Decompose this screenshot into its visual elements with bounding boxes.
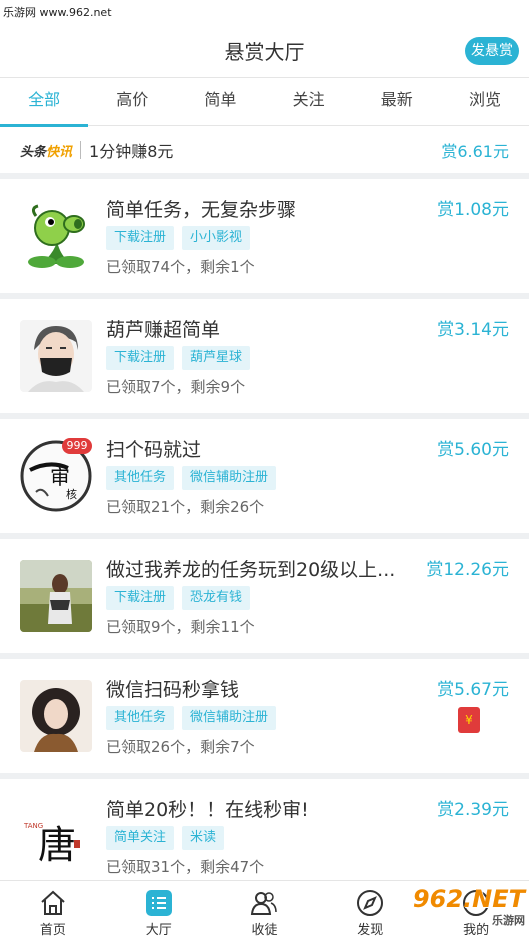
task-tag: 葫芦星球 <box>182 346 251 370</box>
users-icon <box>250 889 278 917</box>
home-icon <box>39 889 67 917</box>
svg-text:核: 核 <box>66 487 77 501</box>
task-title: 微信扫码秒拿钱 <box>106 679 240 701</box>
site-logo: 962.NET 乐游网 <box>412 885 525 927</box>
task-title: 做过我养龙的任务玩到20级以上... <box>106 559 396 581</box>
red-packet-icon[interactable]: ¥ <box>458 707 480 733</box>
nav-home[interactable]: 首页 <box>0 881 106 940</box>
task-title: 简单20秒！！在线秒审! <box>106 799 309 821</box>
tab-simple[interactable]: 简单 <box>176 78 264 125</box>
task-stat: 已领取31个，剩余47个 <box>106 858 265 876</box>
tab-bar: 全部 高价 简单 关注 最新 浏览 <box>0 78 529 127</box>
news-text: 1分钟赚8元 <box>89 142 174 161</box>
task-tag: 其他任务 <box>106 466 175 490</box>
task-stat: 已领取74个，剩余1个 <box>106 258 255 276</box>
avatar: 审 核 999 <box>20 438 92 512</box>
task-item[interactable]: 审 核 999 扫个码就过 赏5.60元 其他任务 微信辅助注册 已领取21个，… <box>0 419 529 539</box>
task-stat: 已领取9个，剩余11个 <box>106 618 255 636</box>
task-reward: 赏12.26元 <box>426 560 509 580</box>
nav-label: 首页 <box>39 923 66 938</box>
task-reward: 赏2.39元 <box>437 800 509 820</box>
task-title: 扫个码就过 <box>106 439 202 461</box>
nav-hall[interactable]: 大厅 <box>106 881 212 940</box>
task-tag: 恐龙有钱 <box>182 586 251 610</box>
task-tag: 下载注册 <box>106 226 175 250</box>
task-title: 葫芦赚超简单 <box>106 319 221 341</box>
tab-high-price[interactable]: 高价 <box>88 78 176 125</box>
tab-browse[interactable]: 浏览 <box>441 78 529 125</box>
tab-latest[interactable]: 最新 <box>353 78 441 125</box>
post-bounty-button[interactable]: 发悬赏 <box>465 37 519 65</box>
task-reward: 赏5.60元 <box>437 440 509 460</box>
task-reward: 赏1.08元 <box>437 200 509 220</box>
task-tag: 微信辅助注册 <box>182 466 277 490</box>
task-list: 简单任务，无复杂步骤 赏1.08元 下载注册 小小影视 已领取74个，剩余1个 … <box>0 179 529 899</box>
task-tag: 微信辅助注册 <box>182 706 277 730</box>
task-tag: 小小影视 <box>182 226 251 250</box>
avatar <box>20 560 92 632</box>
task-tag: 下载注册 <box>106 346 175 370</box>
avatar <box>20 200 92 272</box>
svg-text:唐: 唐 <box>38 823 76 867</box>
task-tag: 简单关注 <box>106 826 175 850</box>
task-stat: 已领取7个，剩余9个 <box>106 378 246 396</box>
task-item[interactable]: 做过我养龙的任务玩到20级以上... 赏12.26元 下载注册 恐龙有钱 已领取… <box>0 539 529 659</box>
nav-label: 收徒 <box>251 923 278 938</box>
unread-badge: 999 <box>62 438 92 454</box>
avatar <box>20 680 92 752</box>
task-item[interactable]: 简单任务，无复杂步骤 赏1.08元 下载注册 小小影视 已领取74个，剩余1个 <box>0 179 529 299</box>
svg-text:审: 审 <box>50 465 70 489</box>
task-tag: 其他任务 <box>106 706 175 730</box>
nav-label: 大厅 <box>145 923 172 938</box>
compass-icon <box>356 889 384 917</box>
task-item[interactable]: 微信扫码秒拿钱 赏5.67元 其他任务 微信辅助注册 已领取26个，剩余7个 ¥ <box>0 659 529 779</box>
task-title: 简单任务，无复杂步骤 <box>106 199 297 221</box>
tab-all[interactable]: 全部 <box>0 78 89 127</box>
task-item[interactable]: 葫芦赚超简单 赏3.14元 下载注册 葫芦星球 已领取7个，剩余9个 <box>0 299 529 419</box>
news-reward: 赏6.61元 <box>441 142 509 161</box>
task-reward: 赏5.67元 <box>437 680 509 700</box>
avatar <box>20 320 92 392</box>
avatar: TANG 唐 <box>20 800 92 872</box>
nav-apprentice[interactable]: 收徒 <box>212 881 318 940</box>
news-ticker[interactable]: 头条快讯 1分钟赚8元 赏6.61元 <box>0 127 529 173</box>
task-reward: 赏3.14元 <box>437 320 509 340</box>
task-stat: 已领取26个，剩余7个 <box>106 738 255 756</box>
page-title: 悬赏大厅 <box>224 40 305 64</box>
list-icon <box>145 889 173 917</box>
task-tag: 下载注册 <box>106 586 175 610</box>
news-brand: 头条快讯 <box>20 144 73 160</box>
tab-follow[interactable]: 关注 <box>265 78 353 125</box>
divider <box>80 141 82 159</box>
task-stat: 已领取21个，剩余26个 <box>106 498 265 516</box>
task-tag: 米读 <box>182 826 225 850</box>
header: 悬赏大厅 发悬赏 <box>0 0 529 78</box>
